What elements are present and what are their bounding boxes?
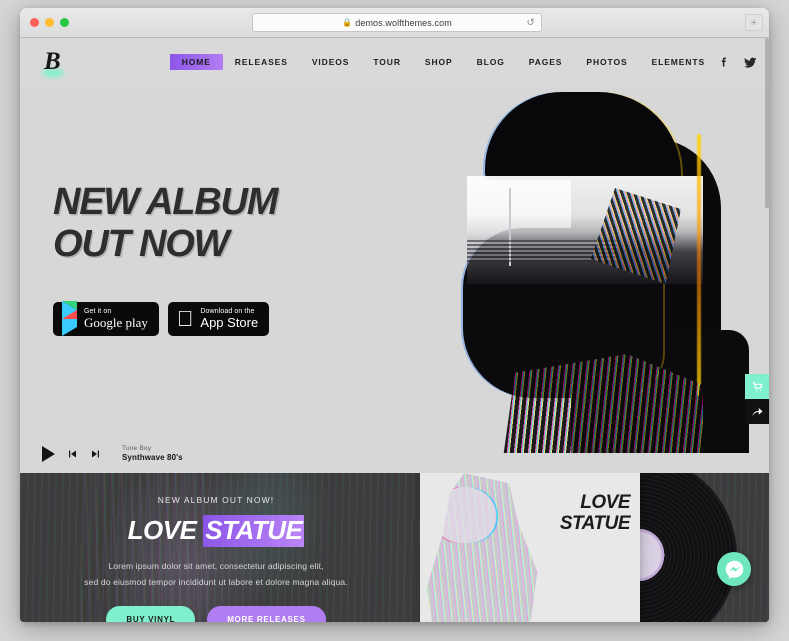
release-description-line2: sed do eiusmod tempor incididunt ut labo…: [84, 576, 348, 587]
main-navigation: HOME RELEASES VIDEOS TOUR SHOP BLOG PAGE…: [169, 54, 717, 70]
release-eyebrow: NEW ALBUM OUT NOW!: [157, 495, 275, 505]
nav-item-blog[interactable]: BLOG: [465, 54, 517, 70]
facebook-icon[interactable]: [717, 56, 730, 69]
social-links: [717, 56, 769, 69]
album-cover-art[interactable]: LOVE STATUE: [420, 473, 640, 622]
close-window-button[interactable]: [30, 18, 39, 27]
browser-window: 🔒 demos.wolfthemes.com ↺ + B HOME RELEAS…: [20, 8, 769, 622]
messenger-icon[interactable]: [717, 552, 751, 586]
twitter-icon[interactable]: [744, 56, 757, 69]
site-logo[interactable]: B: [44, 49, 61, 76]
apple-icon: : [177, 307, 194, 329]
hero-section: NEW ALBUM OUT NOW Get it on Google play …: [20, 86, 769, 473]
music-player-bar: Tune Boy Synthwave 80's: [20, 435, 769, 473]
release-buttons: BUY VINYL MORE RELEASES: [20, 606, 412, 622]
previous-track-button[interactable]: [60, 443, 84, 465]
statue-artwork: [426, 473, 538, 622]
browser-title-bar: 🔒 demos.wolfthemes.com ↺ +: [20, 8, 769, 38]
page-scrollbar[interactable]: [765, 38, 769, 622]
google-play-badge[interactable]: Get it on Google play: [53, 300, 159, 336]
album-cover-title-line2: STATUE: [559, 512, 631, 534]
address-bar-url: demos.wolfthemes.com: [355, 17, 452, 28]
app-store-badges: Get it on Google play  Download on the …: [53, 300, 277, 336]
minimize-window-button[interactable]: [45, 18, 54, 27]
player-track-info: Tune Boy Synthwave 80's: [122, 445, 183, 463]
release-title-plain: LOVE: [127, 515, 204, 545]
new-tab-label: +: [750, 16, 758, 29]
app-store-badge-label: App Store: [183, 314, 258, 330]
album-cover-title-line1: LOVE: [580, 492, 630, 513]
nav-item-videos[interactable]: VIDEOS: [300, 54, 362, 70]
play-button[interactable]: [36, 443, 60, 465]
next-track-button[interactable]: [84, 443, 108, 465]
google-play-badge-small: Get it on: [84, 307, 112, 315]
release-description-line1: Lorem ipsum dolor sit amet, consectetur …: [108, 561, 324, 571]
hero-title-line1: NEW ALBUM: [53, 181, 278, 223]
nav-item-releases[interactable]: RELEASES: [223, 54, 300, 70]
album-cover-title: LOVE STATUE: [559, 492, 631, 534]
nav-item-elements[interactable]: ELEMENTS: [640, 54, 717, 70]
hero-copy: NEW ALBUM OUT NOW Get it on Google play …: [53, 181, 278, 336]
hero-title: NEW ALBUM OUT NOW: [53, 181, 278, 266]
nav-item-pages[interactable]: PAGES: [517, 54, 575, 70]
hero-title-line2: OUT NOW: [53, 222, 229, 265]
player-track-title: Synthwave 80's: [122, 453, 183, 463]
maximize-window-button[interactable]: [60, 18, 69, 27]
app-store-badge[interactable]:  Download on the App Store: [167, 301, 270, 336]
glitch-portrait-image: [451, 86, 751, 453]
address-bar[interactable]: 🔒 demos.wolfthemes.com ↺: [252, 13, 542, 32]
more-releases-button[interactable]: MORE RELEASES: [207, 606, 326, 622]
release-description: Lorem ipsum dolor sit amet, consectetur …: [20, 559, 412, 590]
nav-item-photos[interactable]: PHOTOS: [574, 54, 639, 70]
google-play-badge-label: Google play: [84, 314, 148, 330]
page-viewport: B HOME RELEASES VIDEOS TOUR SHOP BLOG PA…: [20, 38, 769, 622]
release-title-highlight: STATUE: [203, 515, 305, 547]
player-artist-name: Tune Boy: [122, 444, 152, 452]
app-store-badge-small: Download on the: [183, 307, 254, 315]
nav-item-tour[interactable]: TOUR: [361, 54, 413, 70]
google-play-icon: [62, 300, 77, 336]
release-title: LOVE STATUE: [20, 515, 412, 547]
buy-vinyl-button[interactable]: BUY VINYL: [106, 606, 196, 622]
window-controls: [30, 18, 69, 27]
release-section: NEW ALBUM OUT NOW! LOVE STATUE Lorem ips…: [20, 473, 769, 622]
nav-item-home[interactable]: HOME: [169, 54, 223, 70]
nav-item-shop[interactable]: SHOP: [413, 54, 465, 70]
release-copy: NEW ALBUM OUT NOW! LOVE STATUE Lorem ips…: [20, 495, 412, 622]
site-header: B HOME RELEASES VIDEOS TOUR SHOP BLOG PA…: [20, 38, 769, 86]
reload-icon[interactable]: ↺: [527, 17, 535, 28]
lock-icon: 🔒: [342, 18, 353, 27]
new-tab-button[interactable]: +: [745, 14, 763, 31]
